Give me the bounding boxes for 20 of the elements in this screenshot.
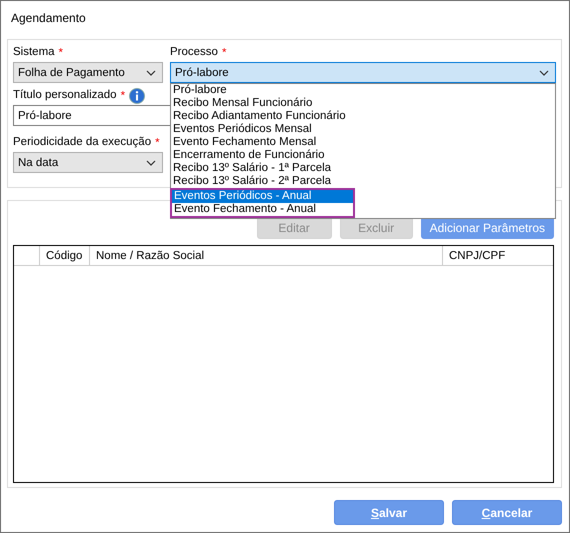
required-mark: *	[120, 90, 126, 102]
column-header[interactable]: CNPJ/CPF	[443, 246, 553, 265]
required-mark: *	[155, 137, 160, 149]
required-mark: *	[222, 47, 226, 59]
chevron-down-icon	[146, 70, 156, 76]
column-header[interactable]: Código	[40, 246, 90, 265]
field-label: Título personalizado	[13, 88, 117, 103]
required-mark: *	[58, 47, 64, 59]
sistema-select[interactable]: Folha de Pagamento	[13, 62, 163, 83]
column-header[interactable]: Nome / Razão Social	[90, 246, 443, 265]
chevron-down-icon	[146, 160, 156, 166]
processo-select[interactable]: Pró-labore	[170, 62, 556, 83]
chevron-down-icon	[539, 70, 549, 76]
field-label: Processo	[170, 45, 218, 60]
window-title: Agendamento	[11, 11, 86, 25]
field-label: Sistema	[13, 45, 55, 60]
periodicity-select[interactable]: Na data	[13, 152, 163, 173]
info-icon[interactable]	[129, 88, 146, 104]
dropdown-option[interactable]: Eventos Periódicos - Anual	[172, 190, 353, 203]
field-label: Periodicidade da execução	[13, 135, 152, 150]
